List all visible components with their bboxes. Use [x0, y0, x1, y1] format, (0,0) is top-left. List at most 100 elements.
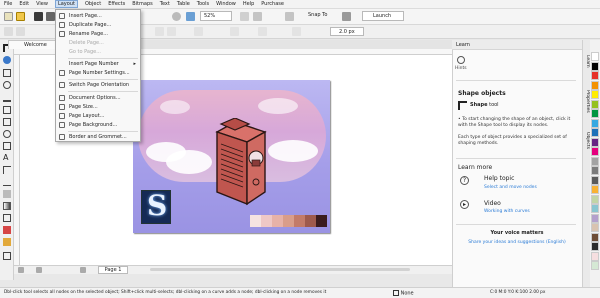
- crop-tool-icon[interactable]: [3, 69, 11, 77]
- help-icon[interactable]: ?: [460, 176, 469, 185]
- menu-item-insert-page-number[interactable]: Insert Page Number ▸: [56, 60, 140, 68]
- palette-swatch[interactable]: [591, 194, 599, 204]
- menu-item-page-layout[interactable]: Page Layout...: [56, 112, 140, 120]
- interactive-fill-tool-icon[interactable]: [3, 226, 11, 234]
- palette-swatch[interactable]: [591, 61, 599, 71]
- menu-item-go-to-page[interactable]: Go to Page...: [56, 48, 140, 56]
- search-icon[interactable]: [172, 12, 181, 21]
- play-icon[interactable]: ▸: [460, 200, 469, 209]
- menu-text[interactable]: Text: [160, 1, 170, 7]
- palette-swatch[interactable]: [591, 118, 599, 128]
- color-swatch-6[interactable]: [305, 215, 316, 227]
- palette-swatch[interactable]: [591, 137, 599, 147]
- parallel-dimension-tool-icon[interactable]: [3, 166, 11, 174]
- feedback-link[interactable]: Share your ideas and suggestions (Englis…: [452, 240, 582, 245]
- polygon-tool-icon[interactable]: [3, 142, 11, 150]
- menu-item-document-options[interactable]: Document Options...: [56, 94, 140, 102]
- smart-fill-tool-icon[interactable]: [3, 238, 11, 246]
- menu-bitmaps[interactable]: Bitmaps: [132, 1, 153, 7]
- help-topic-link[interactable]: Select and move nodes: [484, 185, 537, 190]
- tab-learn[interactable]: Learn: [583, 55, 590, 68]
- menu-purchase[interactable]: Purchase: [261, 1, 284, 7]
- horizontal-scrollbar[interactable]: [150, 268, 410, 271]
- menu-table[interactable]: Table: [177, 1, 190, 7]
- palette-swatch[interactable]: [591, 213, 599, 223]
- palette-swatch[interactable]: [591, 223, 599, 232]
- zoom-tool-icon[interactable]: [3, 81, 11, 89]
- palette-swatch[interactable]: [591, 242, 599, 251]
- palette-swatch[interactable]: [591, 128, 599, 137]
- connector-tool-icon[interactable]: [3, 178, 11, 186]
- selection-mode-icon[interactable]: [16, 27, 25, 36]
- tab-properties[interactable]: Properties: [583, 90, 590, 113]
- freehand-tool-icon[interactable]: [3, 94, 11, 102]
- menu-item-switch-orientation[interactable]: Switch Page Orientation: [56, 81, 140, 89]
- rulers-icon[interactable]: [240, 12, 249, 21]
- add-node-icon[interactable]: [155, 27, 164, 36]
- menu-view[interactable]: View: [36, 1, 48, 7]
- launch-dropdown[interactable]: Launch: [362, 11, 404, 21]
- milk-carton-graphic[interactable]: [205, 118, 275, 208]
- palette-swatch[interactable]: [591, 204, 599, 213]
- palette-swatch[interactable]: [591, 261, 599, 270]
- menu-item-page-number-settings[interactable]: Page Number Settings...: [56, 69, 140, 77]
- smooth-node-icon[interactable]: [258, 27, 267, 36]
- color-swatch-3[interactable]: [272, 215, 283, 227]
- tab-objects[interactable]: Objects: [583, 132, 590, 149]
- new-document-icon[interactable]: [4, 12, 13, 21]
- eyedropper-tool-icon[interactable]: [3, 214, 11, 222]
- fullscreen-icon[interactable]: [186, 12, 195, 21]
- menu-window[interactable]: Window: [216, 1, 236, 7]
- open-icon[interactable]: [16, 12, 25, 21]
- rectangle-tool-icon[interactable]: [3, 118, 11, 126]
- palette-swatch[interactable]: [591, 166, 599, 175]
- color-swatch-5[interactable]: [294, 215, 305, 227]
- join-nodes-icon[interactable]: [194, 27, 203, 36]
- convert-to-line-icon[interactable]: [230, 27, 239, 36]
- menu-effects[interactable]: Effects: [108, 1, 125, 7]
- video-link[interactable]: Working with curves: [484, 209, 530, 214]
- menu-item-delete-page[interactable]: Delete Page...: [56, 39, 140, 47]
- print-icon[interactable]: [46, 12, 55, 21]
- menu-item-insert-page[interactable]: Insert Page...: [56, 12, 140, 20]
- palette-swatch[interactable]: [591, 90, 599, 99]
- menu-help[interactable]: Help: [243, 1, 254, 7]
- palette-swatch[interactable]: [591, 52, 599, 61]
- previous-page-icon[interactable]: [36, 267, 42, 273]
- menu-item-border-grommet[interactable]: Border and Grommet...: [56, 133, 140, 141]
- menu-item-page-size[interactable]: Page Size...: [56, 103, 140, 111]
- first-page-icon[interactable]: [18, 267, 24, 273]
- color-swatch-7[interactable]: [316, 215, 327, 227]
- options-gear-icon[interactable]: [342, 12, 351, 21]
- color-swatch-4[interactable]: [283, 215, 294, 227]
- ellipse-tool-icon[interactable]: [3, 130, 11, 138]
- menu-item-rename-page[interactable]: Rename Page...: [56, 30, 140, 38]
- menu-tools[interactable]: Tools: [197, 1, 209, 7]
- color-swatch-1[interactable]: [250, 215, 261, 227]
- menu-file[interactable]: File: [4, 1, 12, 7]
- shape-tool-icon[interactable]: [3, 56, 11, 64]
- menu-object[interactable]: Object: [85, 1, 101, 7]
- palette-swatch[interactable]: [591, 109, 599, 118]
- palette-swatch[interactable]: [591, 156, 599, 166]
- text-tool-icon[interactable]: A: [3, 154, 11, 162]
- delete-node-icon[interactable]: [167, 27, 176, 36]
- palette-swatch[interactable]: [591, 185, 599, 194]
- next-page-icon[interactable]: [80, 267, 86, 273]
- color-swatch-2[interactable]: [261, 215, 272, 227]
- palette-swatch[interactable]: [591, 71, 599, 80]
- palette-swatch[interactable]: [591, 175, 599, 185]
- palette-swatch[interactable]: [591, 99, 599, 109]
- palette-swatch[interactable]: [591, 147, 599, 156]
- palette-swatch[interactable]: [591, 232, 599, 242]
- palette-swatch[interactable]: [591, 251, 599, 261]
- guidelines-icon[interactable]: [285, 12, 294, 21]
- node-mode-icon[interactable]: [4, 27, 13, 36]
- lightbulb-icon[interactable]: [457, 56, 465, 64]
- drop-shadow-tool-icon[interactable]: [3, 190, 11, 198]
- palette-swatch[interactable]: [591, 80, 599, 90]
- reduce-nodes-icon[interactable]: [292, 27, 301, 36]
- zoom-level-field[interactable]: 52%: [200, 11, 232, 21]
- grid-icon[interactable]: [253, 12, 262, 21]
- menu-item-duplicate-page[interactable]: Duplicate Page...: [56, 21, 140, 29]
